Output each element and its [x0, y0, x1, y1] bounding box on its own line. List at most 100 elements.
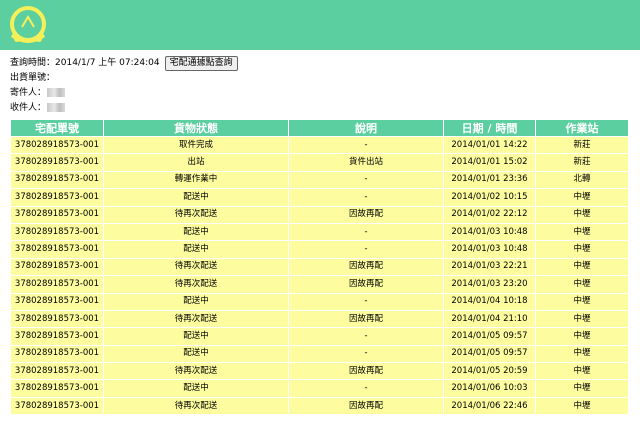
cell-datetime: 2014/01/03 10:48	[443, 240, 536, 259]
cell-tracking-no: 378028918573-001	[10, 292, 104, 311]
cell-datetime: 2014/01/03 10:48	[443, 222, 536, 242]
cell-station: 中壢	[535, 362, 629, 381]
cell-description: 貨件出站	[288, 153, 444, 172]
cell-status: 配送中	[103, 292, 289, 311]
recipient-redacted	[47, 103, 66, 112]
cell-datetime: 2014/01/01 14:22	[443, 135, 536, 155]
cell-description: -	[288, 188, 444, 207]
sender-label: 寄件人：	[10, 88, 47, 98]
recipient-label: 收件人：	[10, 103, 47, 113]
cell-tracking-no: 378028918573-001	[10, 188, 104, 207]
delivery-cart-logo-icon[interactable]	[7, 5, 49, 45]
cell-status: 配送中	[103, 188, 289, 207]
cell-description: 因故再配	[288, 309, 444, 329]
cell-description: 因故再配	[288, 275, 444, 294]
cell-station: 中壢	[535, 205, 629, 224]
table-row: 378028918573-001 待再次配送 因故再配 2014/01/06 22:4…	[10, 396, 629, 416]
cell-datetime: 2014/01/02 10:15	[443, 188, 536, 207]
column-header-status: 貨物狀態	[103, 119, 289, 137]
cell-station: 中壢	[535, 309, 629, 329]
cell-description: 因故再配	[288, 396, 444, 416]
cell-tracking-no: 378028918573-001	[10, 205, 104, 224]
shipment-info: 查詢時間： 2014/1/7 上午 07:24:04 宅配通據點查詢 出貨單號：…	[10, 55, 610, 116]
table-row: 378028918573-001 配送中 -2014/01/05 09:57 中壢	[10, 344, 629, 364]
table-row: 378028918573-001 配送中 -2014/01/05 09:57 中壢	[10, 327, 629, 346]
cell-datetime: 2014/01/04 21:10	[443, 309, 536, 329]
table-row: 378028918573-001 配送中 -2014/01/06 10:03 中壢	[10, 379, 629, 398]
cell-datetime: 2014/01/05 20:59	[443, 362, 536, 381]
cell-tracking-no: 378028918573-001	[10, 379, 104, 398]
cell-tracking-no: 378028918573-001	[10, 327, 104, 346]
cell-status: 配送中	[103, 240, 289, 259]
cell-datetime: 2014/01/06 10:03	[443, 379, 536, 398]
cell-datetime: 2014/01/05 09:57	[443, 344, 536, 364]
cell-tracking-no: 378028918573-001	[10, 257, 104, 277]
cell-tracking-no: 378028918573-001	[10, 135, 104, 155]
cell-description: 因故再配	[288, 362, 444, 381]
cell-status: 待再次配送	[103, 309, 289, 329]
cell-station: 中壢	[535, 222, 629, 242]
cell-datetime: 2014/01/04 10:18	[443, 292, 536, 311]
cell-description: 因故再配	[288, 257, 444, 277]
cell-status: 轉運作業中	[103, 170, 289, 190]
cell-station: 中壢	[535, 240, 629, 259]
recipient-row: 收件人：	[10, 101, 610, 116]
cell-status: 配送中	[103, 379, 289, 398]
cell-station: 中壢	[535, 275, 629, 294]
cell-datetime: 2014/01/05 09:57	[443, 327, 536, 346]
cell-description: -	[288, 344, 444, 364]
table-row: 378028918573-001 取件完成 -2014/01/01 14:22 新莊	[10, 135, 629, 155]
cell-description: -	[288, 135, 444, 155]
cell-status: 配送中	[103, 222, 289, 242]
tracking-table: 宅配單號 貨物狀態 說明 日期 / 時間 作業站 378028918573-00…	[10, 119, 629, 416]
cell-tracking-no: 378028918573-001	[10, 153, 104, 172]
column-header-description: 說明	[288, 119, 444, 137]
cell-station: 新莊	[535, 153, 629, 172]
cell-datetime: 2014/01/03 23:20	[443, 275, 536, 294]
table-row: 378028918573-001 配送中 -2014/01/02 10:15 中壢	[10, 188, 629, 207]
cell-description: -	[288, 222, 444, 242]
station-lookup-button[interactable]: 宅配通據點查詢	[164, 55, 238, 71]
query-time-label: 查詢時間：	[10, 58, 56, 68]
cell-status: 待再次配送	[103, 362, 289, 381]
cell-description: -	[288, 292, 444, 311]
cell-tracking-no: 378028918573-001	[10, 344, 104, 364]
query-time-row: 查詢時間： 2014/1/7 上午 07:24:04 宅配通據點查詢	[10, 55, 610, 71]
cell-description: -	[288, 170, 444, 190]
cell-tracking-no: 378028918573-001	[10, 362, 104, 381]
cell-station: 新莊	[535, 135, 629, 155]
cell-station: 中壢	[535, 292, 629, 311]
table-row: 378028918573-001 轉運作業中 -2014/01/01 23:36 北轉	[10, 170, 629, 190]
table-row: 378028918573-001 待再次配送 因故再配 2014/01/05 20:5…	[10, 362, 629, 381]
cell-description: -	[288, 240, 444, 259]
table-row: 378028918573-001 待再次配送 因故再配 2014/01/03 22:2…	[10, 257, 629, 277]
cell-tracking-no: 378028918573-001	[10, 222, 104, 242]
column-header-datetime: 日期 / 時間	[443, 119, 536, 137]
cell-station: 中壢	[535, 327, 629, 346]
table-header-row: 宅配單號 貨物狀態 說明 日期 / 時間 作業站	[10, 119, 629, 137]
cell-description: -	[288, 379, 444, 398]
cell-status: 待再次配送	[103, 396, 289, 416]
cell-datetime: 2014/01/01 23:36	[443, 170, 536, 190]
cell-description: 因故再配	[288, 205, 444, 224]
cell-tracking-no: 378028918573-001	[10, 170, 104, 190]
query-time-value: 2014/1/7 上午 07:24:04	[55, 58, 160, 68]
tracking-number-row: 出貨單號：	[10, 71, 610, 86]
cell-status: 待再次配送	[103, 275, 289, 294]
cell-datetime: 2014/01/03 22:21	[443, 257, 536, 277]
table-row: 378028918573-001 待再次配送 因故再配 2014/01/03 23:2…	[10, 275, 629, 294]
cell-datetime: 2014/01/06 22:46	[443, 396, 536, 416]
cell-datetime: 2014/01/01 15:02	[443, 153, 536, 172]
cell-tracking-no: 378028918573-001	[10, 396, 104, 416]
cell-status: 出站	[103, 153, 289, 172]
sender-redacted	[47, 88, 66, 97]
table-row: 378028918573-001 待再次配送 因故再配 2014/01/04 21:1…	[10, 309, 629, 329]
sender-row: 寄件人：	[10, 86, 610, 101]
table-row: 378028918573-001 配送中 -2014/01/03 10:48 中壢	[10, 240, 629, 259]
column-header-station: 作業站	[535, 119, 629, 137]
table-row: 378028918573-001 配送中 -2014/01/03 10:48 中壢	[10, 222, 629, 242]
table-row: 378028918573-001 配送中 -2014/01/04 10:18 中壢	[10, 292, 629, 311]
cell-status: 配送中	[103, 327, 289, 346]
cell-station: 中壢	[535, 379, 629, 398]
cell-datetime: 2014/01/02 22:12	[443, 205, 536, 224]
